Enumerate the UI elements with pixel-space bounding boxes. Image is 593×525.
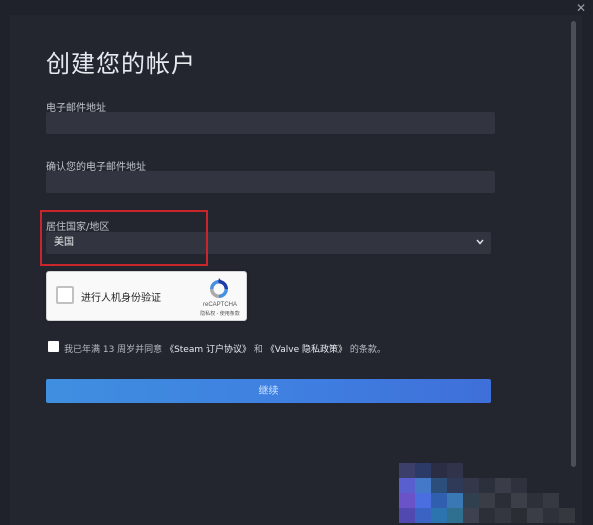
page-title: 创建您的帐户 xyxy=(46,50,196,78)
steam-account-window: ✕ 创建您的帐户 电子邮件地址 确认您的电子邮件地址 居住国家/地区 美国 进行… xyxy=(0,0,593,525)
recaptcha-brand: reCAPTCHA xyxy=(202,302,237,308)
scrollbar[interactable] xyxy=(568,18,578,478)
email-field[interactable] xyxy=(46,112,495,134)
continue-button[interactable]: 继续 xyxy=(46,379,491,403)
steam-subscriber-agreement-link[interactable]: 《Steam 订户协议》 xyxy=(165,345,251,355)
confirm-email-field[interactable] xyxy=(46,171,495,193)
recaptcha-terms-link[interactable]: 隐私权 - 使用条款 xyxy=(197,310,243,317)
recaptcha-logo-icon xyxy=(210,278,228,298)
pixelated-watermark xyxy=(399,463,587,525)
create-account-panel xyxy=(10,15,582,525)
agreement-text: 我已年满 13 周岁并同意 《Steam 订户协议》 和 《Valve 隐私政策… xyxy=(64,342,386,355)
close-icon[interactable]: ✕ xyxy=(575,2,587,14)
chevron-down-icon xyxy=(475,232,485,254)
agreement-prefix: 我已年满 13 周岁并同意 xyxy=(64,345,163,355)
recaptcha-checkbox[interactable] xyxy=(56,286,74,304)
scrollbar-thumb[interactable] xyxy=(571,21,576,467)
agreement-and: 和 xyxy=(253,345,263,355)
agreement-suffix: 的条款。 xyxy=(349,345,386,355)
valve-privacy-policy-link[interactable]: 《Valve 隐私政策》 xyxy=(266,345,347,355)
country-highlight-box xyxy=(40,210,208,266)
agree-checkbox[interactable] xyxy=(48,341,59,352)
recaptcha-label: 进行人机身份验证 xyxy=(81,293,161,304)
recaptcha-widget: 进行人机身份验证 reCAPTCHA 隐私权 - 使用条款 xyxy=(46,271,247,321)
